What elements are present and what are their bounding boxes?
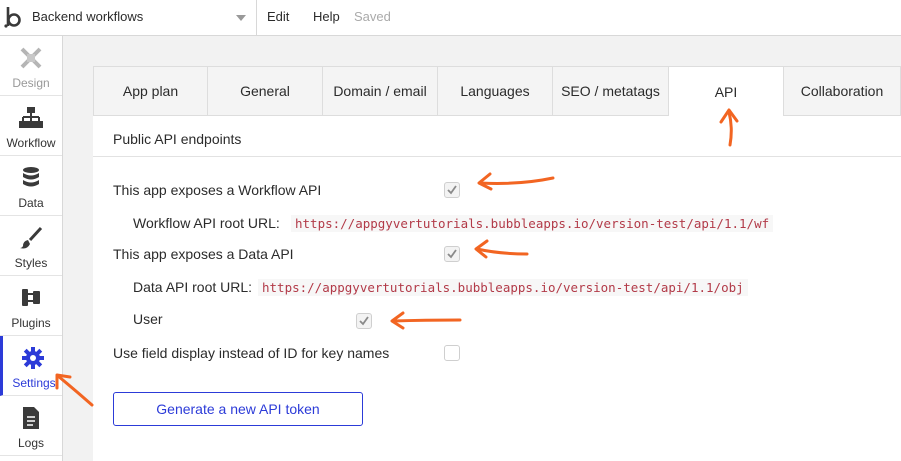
sidebar-item-label: Plugins <box>11 316 51 330</box>
tab-languages[interactable]: Languages <box>438 66 553 116</box>
sidebar-item-label: Data <box>18 196 44 210</box>
design-icon <box>20 47 42 69</box>
menu-edit[interactable]: Edit <box>267 9 289 24</box>
sidebar-item-data[interactable]: Data <box>0 156 62 216</box>
chevron-down-icon <box>236 15 246 21</box>
document-icon <box>23 407 39 429</box>
sidebar-item-plugins[interactable]: Plugins <box>0 276 62 336</box>
workflow-api-label: This app exposes a Workflow API <box>113 182 322 198</box>
field-display-label: Use field display instead of ID for key … <box>113 345 390 361</box>
brush-icon <box>20 226 43 249</box>
data-root-label: Data API root URL: <box>133 279 253 295</box>
settings-tabs: App plan General Domain / email Language… <box>93 66 901 117</box>
sidebar-item-label: Workflow <box>6 136 56 150</box>
workflow-api-checkbox[interactable] <box>444 182 460 198</box>
data-root-url: https://appgyvertutorials.bubbleapps.io/… <box>258 279 748 296</box>
tab-domain-email[interactable]: Domain / email <box>323 66 438 116</box>
sidebar-item-label: Settings <box>12 376 56 390</box>
tab-collaboration[interactable]: Collaboration <box>784 66 901 116</box>
sidebar-item-label: Logs <box>17 436 45 450</box>
generate-api-token-button[interactable]: Generate a new API token <box>113 392 363 426</box>
sidebar-item-logs[interactable]: Logs <box>0 396 62 456</box>
data-api-label: This app exposes a Data API <box>113 246 294 262</box>
checkmark-icon <box>447 185 457 195</box>
tab-api[interactable]: API <box>669 66 784 116</box>
sidebar-item-settings[interactable]: Settings <box>0 336 62 396</box>
section-divider <box>93 156 901 157</box>
top-bar: Backend workflows Edit Help Saved <box>0 0 901 36</box>
sidebar-item-design[interactable]: Design <box>0 36 62 96</box>
user-type-checkbox[interactable] <box>356 313 372 329</box>
sidebar: Design Workflow Data Styles Plugins Sett… <box>0 36 63 461</box>
page-selector-value: Backend workflows <box>32 9 144 24</box>
plug-icon <box>22 289 40 306</box>
workflow-root-url: https://appgyvertutorials.bubbleapps.io/… <box>291 215 774 232</box>
page-selector[interactable]: Backend workflows <box>26 0 257 35</box>
tab-app-plan[interactable]: App plan <box>93 66 208 116</box>
database-icon <box>23 167 39 187</box>
sidebar-item-label: Styles <box>14 256 48 270</box>
sidebar-item-workflow[interactable]: Workflow <box>0 96 62 156</box>
sidebar-item-label: Design <box>12 76 50 90</box>
checkmark-icon <box>447 249 457 259</box>
workflow-root-label: Workflow API root URL: <box>133 215 280 231</box>
tab-seo-metatags[interactable]: SEO / metatags <box>553 66 669 116</box>
section-title: Public API endpoints <box>113 131 242 147</box>
gear-icon <box>22 347 44 369</box>
bubble-logo-icon[interactable] <box>4 6 22 28</box>
field-display-checkbox[interactable] <box>444 345 460 361</box>
menu-help[interactable]: Help <box>313 9 340 24</box>
save-status: Saved <box>354 9 391 24</box>
checkmark-icon <box>359 316 369 326</box>
workflow-icon <box>19 107 43 128</box>
tab-general[interactable]: General <box>208 66 323 116</box>
data-api-checkbox[interactable] <box>444 246 460 262</box>
user-type-label: User <box>133 311 163 327</box>
sidebar-item-styles[interactable]: Styles <box>0 216 62 276</box>
